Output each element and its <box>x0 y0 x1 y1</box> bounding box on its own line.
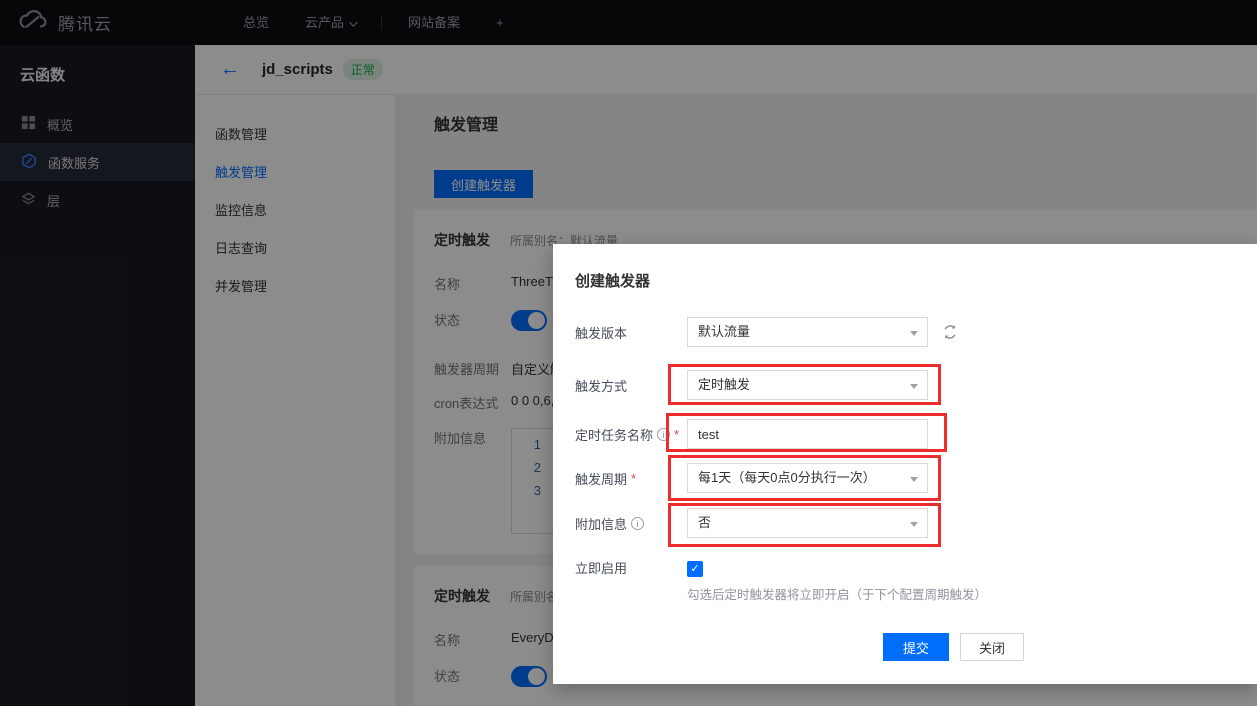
field-label-trigger-cycle: 触发周期* <box>575 463 636 493</box>
close-button[interactable]: 关闭 <box>960 633 1024 661</box>
trigger-method-select[interactable]: 定时触发 <box>687 370 928 400</box>
caret-down-icon <box>910 522 918 527</box>
trigger-cycle-select[interactable]: 每1天（每天0点0分执行一次） <box>687 463 928 493</box>
caret-down-icon <box>910 384 918 389</box>
trigger-version-select[interactable]: 默认流量 <box>687 317 928 347</box>
dialog-title: 创建触发器 <box>575 270 650 291</box>
caret-down-icon <box>910 477 918 482</box>
app-window: 腾讯云 总览 云产品 网站备案 + 云函数 概览 函数服务 <box>0 0 1257 706</box>
field-label-trigger-version: 触发版本 <box>575 317 627 347</box>
enable-now-note: 勾选后定时触发器将立即开启（于下个配置周期触发） <box>687 584 987 603</box>
check-icon: ✓ <box>690 563 699 575</box>
create-trigger-dialog: 创建触发器 触发版本 默认流量 触发方式 定时触发 定时任务名称i* 触发周期* <box>553 244 1257 684</box>
caret-down-icon <box>910 331 918 336</box>
field-label-timer-task-name: 定时任务名称i* <box>575 419 679 449</box>
info-icon[interactable]: i <box>657 428 670 441</box>
extra-info-select[interactable]: 否 <box>687 508 928 538</box>
required-asterisk: * <box>631 471 636 486</box>
required-asterisk: * <box>674 427 679 442</box>
enable-now-checkbox-checked[interactable]: ✓ <box>687 561 703 577</box>
info-icon[interactable]: i <box>631 517 644 530</box>
refresh-icon[interactable] <box>942 324 958 345</box>
timer-task-name-input[interactable] <box>687 419 928 449</box>
field-label-extra-info: 附加信息i <box>575 508 644 538</box>
field-label-enable-now: 立即启用 <box>575 561 627 577</box>
field-label-trigger-method: 触发方式 <box>575 370 627 400</box>
submit-button[interactable]: 提交 <box>883 633 949 661</box>
